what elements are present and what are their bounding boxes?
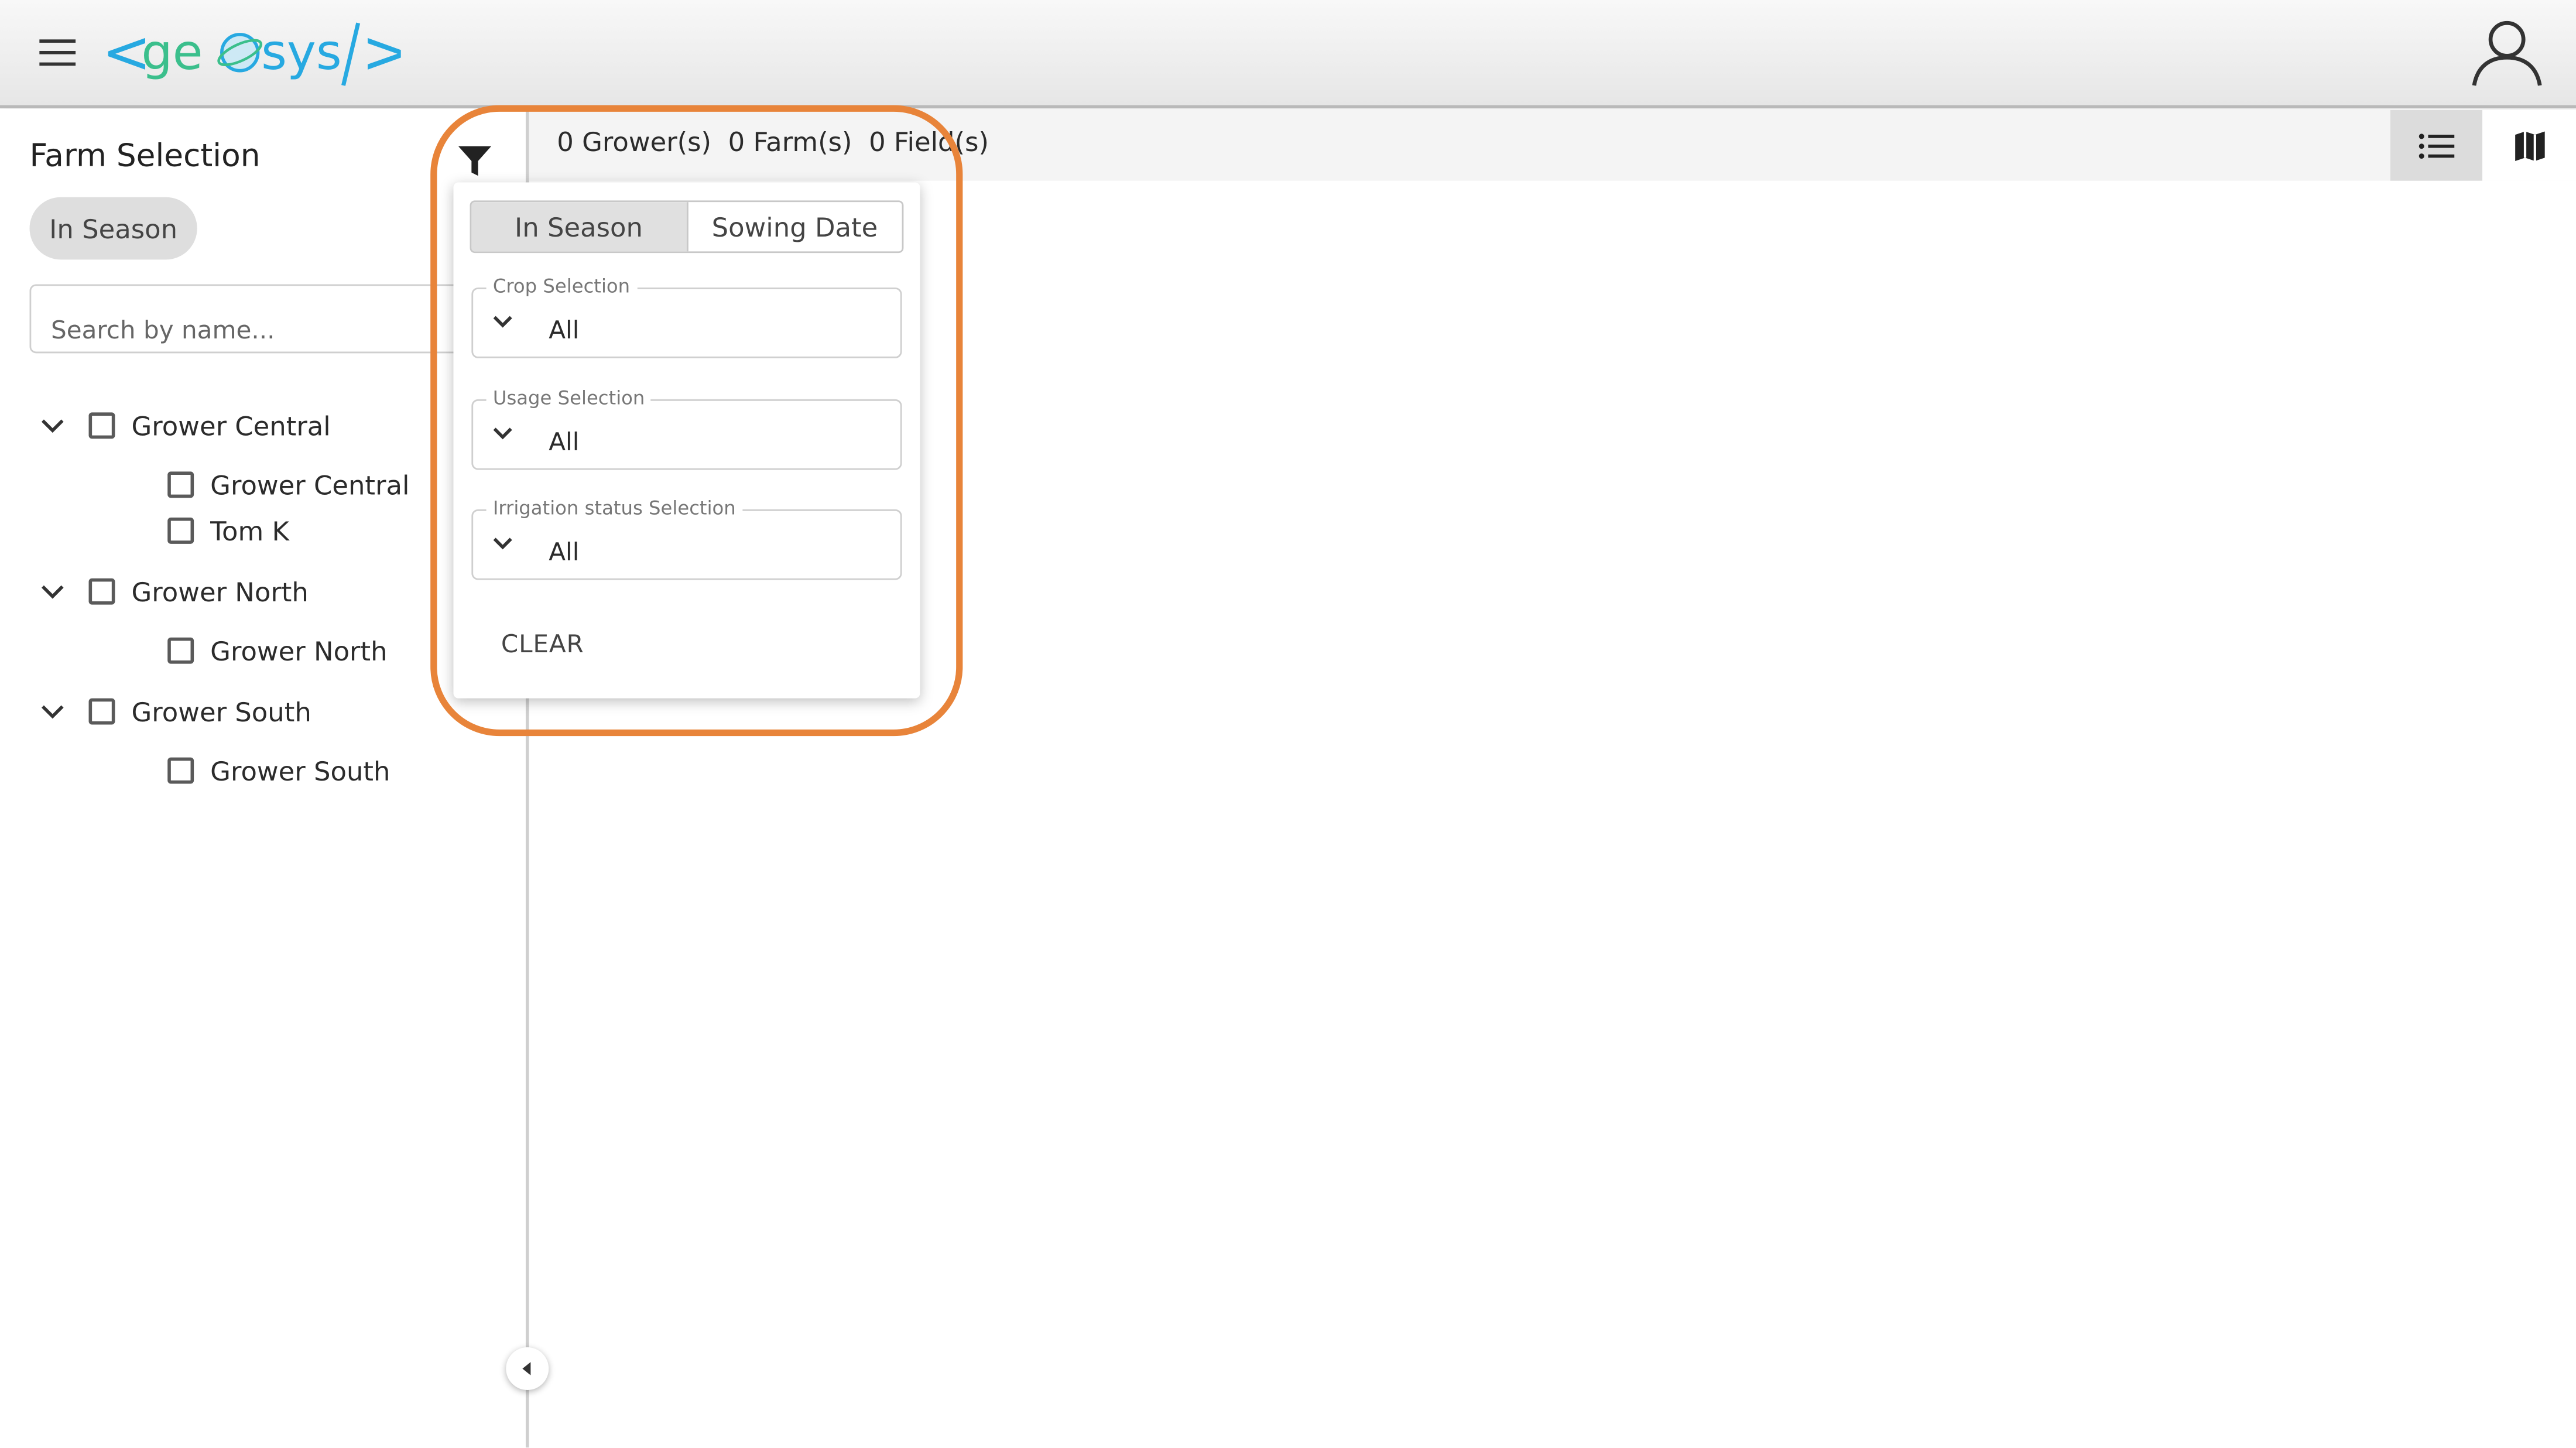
tree-label: Tom K: [210, 515, 289, 547]
search-input[interactable]: [31, 286, 472, 352]
geosys-logo[interactable]: < ge sys >: [102, 13, 401, 92]
chevron-down-icon[interactable]: [39, 412, 66, 439]
tree-label: Grower South: [131, 696, 311, 727]
checkbox[interactable]: [88, 412, 115, 439]
irrigation-selection-value: All: [549, 537, 580, 567]
checkbox[interactable]: [88, 578, 115, 605]
tree-label: Grower North: [210, 635, 388, 666]
svg-text:>: >: [361, 17, 400, 86]
clear-button[interactable]: CLEAR: [501, 629, 584, 659]
chevron-down-icon[interactable]: [39, 578, 66, 605]
tab-sowing-date[interactable]: Sowing Date: [687, 202, 902, 251]
list-view-button[interactable]: [2390, 110, 2483, 181]
selection-counts: 0 Grower(s) 0 Farm(s) 0 Field(s): [557, 126, 989, 158]
collapse-sidebar-button[interactable]: [506, 1347, 549, 1390]
tree-label: Grower South: [210, 755, 390, 786]
usage-selection-label: Usage Selection: [486, 386, 652, 409]
chevron-down-icon: [493, 316, 512, 328]
tab-in-season[interactable]: In Season: [471, 202, 688, 252]
tree-group-grower-central: Grower Central: [39, 404, 331, 447]
caret-left-icon: [522, 1362, 531, 1375]
usage-selection-dropdown[interactable]: Usage Selection All: [471, 386, 902, 470]
tree-item-tom-k: Tom K: [167, 509, 289, 552]
search-field[interactable]: [29, 284, 474, 354]
grower-count: 0 Grower(s): [557, 126, 712, 158]
tree-group-grower-north: Grower North: [39, 570, 309, 613]
sidebar-title: Farm Selection: [29, 138, 261, 174]
crop-selection-value: All: [549, 315, 580, 345]
usage-selection-value: All: [549, 427, 580, 457]
tree-label: Grower Central: [131, 410, 331, 441]
chevron-down-icon: [493, 538, 512, 550]
user-icon[interactable]: [2468, 13, 2547, 92]
chevron-down-icon[interactable]: [39, 699, 66, 725]
filter-icon[interactable]: [457, 143, 493, 179]
in-season-chip[interactable]: In Season: [29, 197, 197, 260]
tree-item-grower-south: Grower South: [167, 749, 390, 792]
map-view-icon: [2514, 131, 2544, 160]
season-toggle: In Season Sowing Date: [470, 200, 904, 254]
checkbox[interactable]: [167, 471, 194, 498]
map-view-button[interactable]: [2482, 110, 2576, 181]
tree-item-grower-north: Grower North: [167, 629, 388, 672]
irrigation-selection-dropdown[interactable]: Irrigation status Selection All: [471, 496, 902, 580]
svg-text:ge: ge: [141, 23, 203, 81]
farm-count: 0 Farm(s): [728, 126, 852, 158]
svg-text:sys: sys: [261, 23, 342, 81]
irrigation-selection-label: Irrigation status Selection: [486, 496, 743, 519]
tree-label: Grower Central: [210, 469, 410, 501]
checkbox[interactable]: [167, 517, 194, 544]
checkbox[interactable]: [88, 698, 115, 725]
tree-label: Grower North: [131, 576, 309, 607]
list-view-icon: [2419, 133, 2455, 158]
hamburger-icon[interactable]: [39, 39, 76, 69]
crop-selection-dropdown[interactable]: Crop Selection All: [471, 274, 902, 358]
checkbox[interactable]: [167, 637, 194, 664]
chevron-down-icon: [493, 427, 512, 440]
tree-group-grower-south: Grower South: [39, 690, 311, 733]
checkbox[interactable]: [167, 757, 194, 784]
tree-item-grower-central: Grower Central: [167, 463, 409, 506]
crop-selection-label: Crop Selection: [486, 274, 637, 297]
field-count: 0 Field(s): [869, 126, 989, 158]
